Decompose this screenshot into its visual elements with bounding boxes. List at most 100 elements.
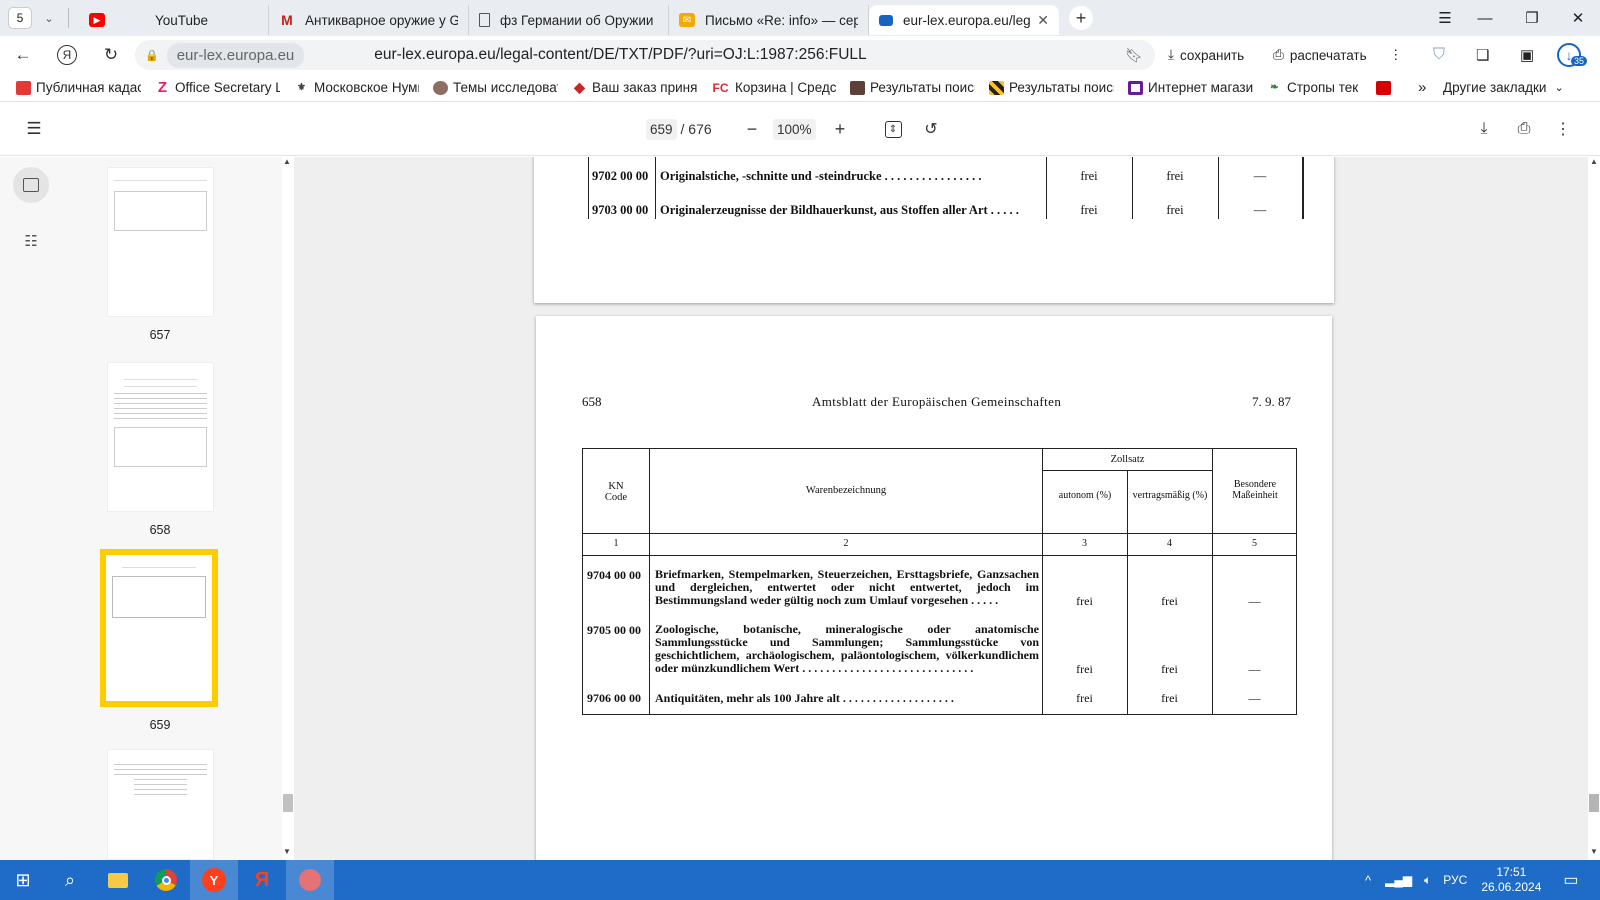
bookmark-item[interactable]: Интернет магазин xyxy=(1128,80,1253,95)
page-thumbnail[interactable] xyxy=(107,167,214,317)
bookmark-label: Стропы тек xyxy=(1287,80,1359,95)
table-cell-vertrag: frei xyxy=(1166,203,1184,217)
page-thumbnail-selected[interactable] xyxy=(100,549,218,707)
bookmark-label: Результаты поиск xyxy=(1009,80,1114,95)
tab-count: 5 xyxy=(16,11,24,25)
zoom-in-icon[interactable]: + xyxy=(828,116,852,142)
clock[interactable]: 17:51 26.06.2024 xyxy=(1481,865,1541,895)
scrollbar-thumb[interactable] xyxy=(283,794,293,812)
search-icon[interactable]: ⌕ xyxy=(46,860,94,900)
printer-icon: ⎙ xyxy=(1273,47,1284,62)
extension-icon[interactable]: ▣ xyxy=(1512,42,1542,68)
bookmark-item[interactable]: Темы исследоват xyxy=(433,80,558,95)
scroll-down-arrow-icon[interactable]: ▼ xyxy=(283,847,291,856)
zoom-level[interactable]: 100% xyxy=(773,116,816,142)
downloads-badge-icon[interactable]: ↓ 35 xyxy=(1557,42,1588,68)
viewer-scrollbar[interactable]: ▲ ▼ xyxy=(1588,157,1600,860)
tab-mail[interactable]: ✉ Письмо «Re: info» — серге xyxy=(669,5,869,35)
table-border-right xyxy=(1302,157,1304,219)
bookmark-icon[interactable]: 🔖︎ xyxy=(1125,47,1143,64)
bookmarks-more-button[interactable]: » xyxy=(1418,79,1426,96)
print-pdf-icon[interactable]: ⎙ xyxy=(1512,116,1536,142)
chevron-down-icon[interactable]: ⌄ xyxy=(38,12,60,25)
windows-taskbar: ⊞ ⌕ Y Я xyxy=(0,860,1600,900)
scroll-up-arrow-icon[interactable]: ▲ xyxy=(283,157,291,166)
close-window-icon[interactable]: ✕ xyxy=(1558,0,1598,36)
minimize-icon[interactable]: — xyxy=(1465,0,1505,36)
more-icon[interactable]: ⋮ xyxy=(1381,42,1411,68)
page-thumbnail[interactable] xyxy=(107,749,214,860)
network-icon[interactable]: ▂▄▆ xyxy=(1385,873,1412,887)
scroll-down-arrow-icon[interactable]: ▼ xyxy=(1590,847,1598,856)
table-cell-desc: Antiquitäten, mehr als 100 Jahre alt . .… xyxy=(655,691,954,705)
page-thumbnail[interactable] xyxy=(107,362,214,512)
outline-view-icon[interactable]: ☷ xyxy=(13,223,49,259)
bookmark-item[interactable]: ⚜ Московское Нуми xyxy=(294,80,419,95)
download-pdf-icon[interactable]: ⤓ xyxy=(1472,116,1496,142)
bookmark-item[interactable]: Публичная кадас xyxy=(16,80,141,95)
sidebar-scrollbar[interactable]: ▲ ▼ xyxy=(282,157,294,860)
tab-document[interactable]: фз Германии об Оружии xyxy=(469,5,669,35)
bookmark-item[interactable]: Z Office Secretary L xyxy=(155,80,280,95)
diamond-icon: ◆ xyxy=(574,80,585,95)
app-icon[interactable] xyxy=(286,860,334,900)
bookmark-item[interactable]: Результаты поиск xyxy=(989,80,1114,95)
bookmark-item[interactable]: FC Корзина | Средст xyxy=(711,80,837,95)
tab-count-button[interactable]: 5 xyxy=(8,7,32,29)
yandex-icon[interactable]: Я xyxy=(50,40,84,70)
reload-icon[interactable]: ↻ xyxy=(94,40,128,70)
scroll-up-arrow-icon[interactable]: ▲ xyxy=(1590,157,1598,166)
fit-page-icon[interactable]: ⇕ xyxy=(881,116,905,142)
url-field[interactable]: 🔒 eur-lex.europa.eu eur-lex.europa.eu/le… xyxy=(135,40,1155,70)
zoom-out-icon[interactable]: − xyxy=(740,116,764,142)
chevron-up-icon[interactable]: ^ xyxy=(1365,873,1371,888)
bookmark-item[interactable]: ❧ Стропы тек xyxy=(1267,80,1362,95)
print-button[interactable]: ⎙ распечатать xyxy=(1265,42,1375,68)
restore-icon[interactable]: ❐ xyxy=(1512,0,1552,36)
bookmark-label: Ваш заказ принят xyxy=(592,80,697,95)
collections-icon[interactable]: ❏ xyxy=(1468,42,1497,68)
bookmark-item[interactable] xyxy=(1376,80,1398,95)
shield-icon[interactable]: ⛉ xyxy=(1425,42,1453,68)
tab-gmail[interactable]: M Антикварное оружие у G xyxy=(269,5,469,35)
table-cell-vertrag: frei xyxy=(1161,594,1178,608)
back-icon[interactable]: ← xyxy=(6,40,40,70)
table-cell-autonom: frei xyxy=(1080,169,1098,183)
yandex-icon[interactable]: Я xyxy=(238,860,286,900)
save-button[interactable]: ⤓ сохранить xyxy=(1160,42,1252,68)
yandex-browser-icon[interactable]: Y xyxy=(190,860,238,900)
tab-youtube[interactable]: ▶ YouTube xyxy=(79,5,269,35)
table-cell-code: 9704 00 00 xyxy=(587,568,641,582)
pdf-viewport[interactable]: 9702 00 00 Originalstiche, -schnitte und… xyxy=(294,157,1588,860)
menu-icon[interactable]: ☰ xyxy=(1425,0,1465,36)
bookmark-item[interactable]: Результаты поиск xyxy=(850,80,975,95)
col-number: 5 xyxy=(1252,538,1257,549)
rotate-icon[interactable]: ↺ xyxy=(919,116,943,142)
pdf-more-icon[interactable]: ⋮ xyxy=(1551,116,1575,142)
page-number: 658 xyxy=(582,394,602,409)
close-tab-icon[interactable]: ✕ xyxy=(1037,12,1049,29)
page-number-input[interactable]: 659 xyxy=(646,118,677,140)
thumbnails-view-icon[interactable] xyxy=(13,167,49,203)
coin-icon: ⚜ xyxy=(297,82,306,93)
new-tab-button[interactable]: + xyxy=(1069,6,1093,30)
windows-start-icon[interactable]: ⊞ xyxy=(0,860,46,900)
volume-icon[interactable]: 🔈︎ xyxy=(1424,873,1431,888)
file-explorer-icon[interactable] xyxy=(94,860,142,900)
table-cell-autonom: frei xyxy=(1076,662,1093,676)
language-indicator[interactable]: РУС xyxy=(1443,873,1467,887)
table-cell-desc: Briefmarken, Stempelmarken, Steuerzeiche… xyxy=(655,567,1039,607)
other-bookmarks-button[interactable]: Другие закладки ⌄ xyxy=(1443,80,1564,95)
badge-count: 35 xyxy=(1571,56,1588,66)
notifications-icon[interactable]: ▭ xyxy=(1563,870,1578,890)
header-vertrag: vertragsmäßig (%) xyxy=(1132,490,1208,501)
sidebar-toggle-icon[interactable]: ☰ xyxy=(22,116,46,142)
header-code: KN Code xyxy=(604,481,628,503)
chrome-icon[interactable] xyxy=(142,860,190,900)
document-icon xyxy=(479,13,490,27)
col-number: 3 xyxy=(1082,538,1087,549)
bookmark-item[interactable]: ◆ Ваш заказ принят xyxy=(572,80,697,95)
scrollbar-thumb[interactable] xyxy=(1589,794,1599,812)
tab-eurlex[interactable]: eur-lex.europa.eu/legal- ✕ xyxy=(869,5,1059,35)
header-autonom: autonom (%) xyxy=(1058,490,1112,501)
